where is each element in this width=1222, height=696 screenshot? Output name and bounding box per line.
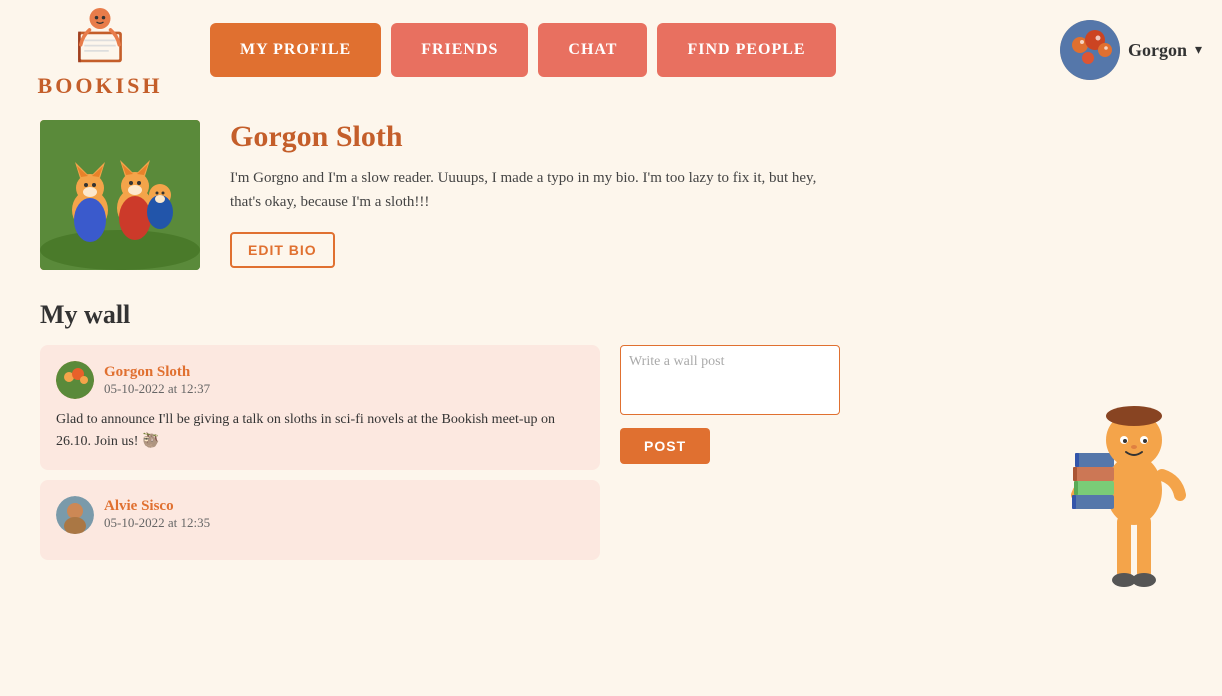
logo[interactable]: BOOKISH [20,1,180,99]
post-meta-1: Gorgon Sloth 05-10-2022 at 12:37 [104,364,210,397]
illustration-svg [1062,340,1202,600]
nav-friends[interactable]: FRIENDS [391,23,528,77]
wall-posts: Gorgon Sloth 05-10-2022 at 12:37 Glad to… [40,345,600,560]
nav-chat[interactable]: CHAT [538,23,647,77]
main-nav: MY PROFILE FRIENDS CHAT FIND PEOPLE [210,23,1060,77]
profile-bio: I'm Gorgno and I'm a slow reader. Uuuups… [230,166,840,214]
nav-my-profile[interactable]: MY PROFILE [210,23,381,77]
wall-layout: Gorgon Sloth 05-10-2022 at 12:37 Glad to… [40,345,840,560]
post-header-2: Alvie Sisco 05-10-2022 at 12:35 [56,496,584,534]
profile-image [40,120,200,270]
wall-post-1: Gorgon Sloth 05-10-2022 at 12:37 Glad to… [40,345,600,470]
nav-find-people[interactable]: FIND PEOPLE [657,23,835,77]
content-area: Gorgon Sloth I'm Gorgno and I'm a slow r… [40,120,840,560]
wall-post-2: Alvie Sisco 05-10-2022 at 12:35 [40,480,600,560]
header: BOOKISH MY PROFILE FRIENDS CHAT FIND PEO… [0,0,1222,100]
post-time-2: 05-10-2022 at 12:35 [104,515,210,531]
user-chevron: ▾ [1195,42,1202,59]
profile-name: Gorgon Sloth [230,120,840,154]
post-avatar-1 [56,361,94,399]
main-content: Gorgon Sloth I'm Gorgno and I'm a slow r… [0,100,1222,580]
logo-text: BOOKISH [38,73,163,99]
post-button[interactable]: POST [620,428,710,464]
wall-input-area: POST [620,345,840,560]
post-meta-2: Alvie Sisco 05-10-2022 at 12:35 [104,498,210,531]
post-author-2[interactable]: Alvie Sisco [104,498,210,515]
user-name: Gorgon [1128,40,1187,61]
profile-section: Gorgon Sloth I'm Gorgno and I'm a slow r… [40,120,840,270]
post-content-1: Glad to announce I'll be giving a talk o… [56,409,584,454]
wall-title: My wall [40,300,840,330]
profile-info: Gorgon Sloth I'm Gorgno and I'm a slow r… [230,120,840,270]
profile-image-placeholder [40,120,200,270]
illustration [1062,340,1202,590]
post-author-1[interactable]: Gorgon Sloth [104,364,210,381]
wall-textarea[interactable] [620,345,840,415]
logo-icon [65,1,135,71]
post-time-1: 05-10-2022 at 12:37 [104,381,210,397]
post-avatar-2 [56,496,94,534]
post-header-1: Gorgon Sloth 05-10-2022 at 12:37 [56,361,584,399]
avatar [1060,20,1120,80]
edit-bio-button[interactable]: EDIT BIO [230,232,335,268]
user-menu[interactable]: Gorgon ▾ [1060,20,1202,80]
